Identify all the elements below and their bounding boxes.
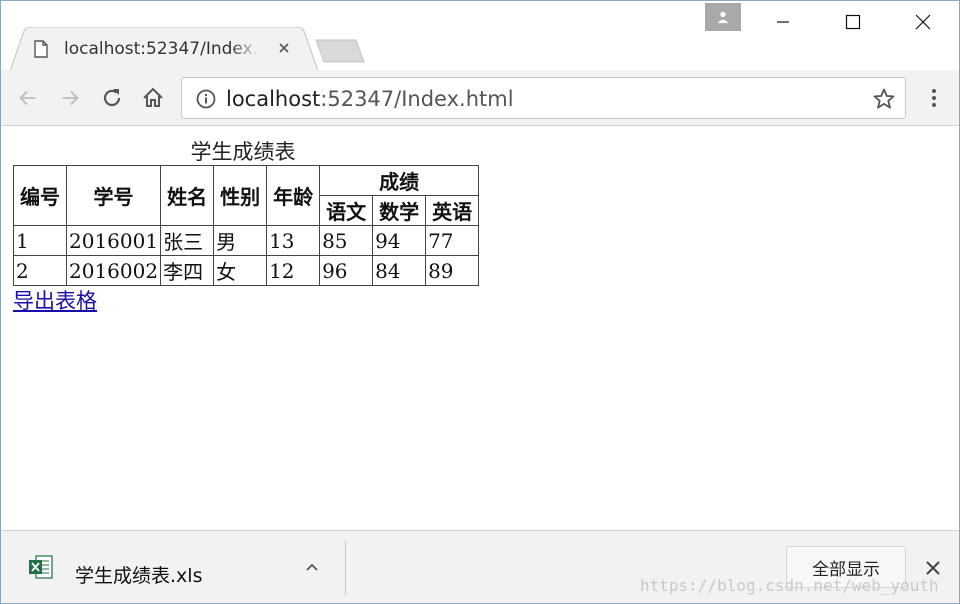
header-id: 编号 (13, 165, 67, 226)
header-scores: 成绩 (319, 165, 480, 196)
excel-file-icon[interactable] (28, 554, 54, 580)
reload-button[interactable] (98, 84, 126, 112)
url-host: localhost (226, 87, 321, 111)
url-text[interactable]: localhost:52347/Index.html (226, 87, 514, 111)
menu-icon (932, 89, 936, 107)
export-table-link[interactable]: 导出表格 (13, 285, 97, 315)
cell-id: 2 (13, 255, 67, 286)
cell-math: 84 (372, 255, 427, 286)
profile-icon[interactable] (705, 3, 741, 31)
menu-button[interactable] (920, 84, 948, 112)
forward-icon (62, 90, 79, 106)
cell-math: 94 (372, 225, 427, 256)
page-icon (34, 40, 48, 58)
chevron-up-icon (306, 563, 318, 571)
home-button[interactable] (139, 84, 167, 112)
cell-english: 89 (425, 255, 480, 286)
tab-title: localhost:52347/Index.html (64, 39, 260, 59)
back-icon (19, 90, 36, 106)
reload-icon (103, 89, 121, 107)
download-bar: 学生成绩表.xls 全部显示 https://blog.csdn.net/web… (0, 530, 960, 604)
cell-student-number: 2016002 (65, 255, 162, 286)
page-content: 学生成绩表 编号 学号 姓名 性别 年龄 成绩 语文 数学 英语 1 20160… (0, 127, 960, 530)
info-icon[interactable] (196, 89, 216, 109)
header-english: 英语 (425, 195, 480, 226)
cell-chinese: 96 (319, 255, 374, 286)
toolbar: localhost:52347/Index.html (0, 70, 960, 126)
url-path: :52347/Index.html (320, 87, 514, 111)
new-tab-button[interactable] (314, 38, 366, 64)
header-name: 姓名 (160, 165, 215, 226)
cell-chinese: 85 (319, 225, 374, 256)
maximize-icon (845, 14, 861, 30)
minimize-icon (777, 21, 789, 23)
cell-student-number: 2016001 (65, 225, 162, 256)
forward-button[interactable] (56, 84, 84, 112)
minimize-button[interactable] (760, 0, 806, 44)
cell-age: 12 (266, 255, 321, 286)
header-row: 编号 学号 姓名 性别 年龄 成绩 (13, 165, 480, 226)
score-table: 编号 学号 姓名 性别 年龄 成绩 语文 数学 英语 1 2016001 张三 … (13, 165, 480, 286)
star-icon[interactable] (872, 87, 896, 111)
download-file-name[interactable]: 学生成绩表.xls (75, 561, 202, 588)
window-close-button[interactable] (900, 0, 946, 44)
table-row: 2 2016002 李四 女 12 96 84 89 (13, 255, 480, 286)
cell-gender: 女 (213, 255, 268, 286)
cell-name: 李四 (160, 255, 215, 286)
back-button[interactable] (14, 84, 42, 112)
divider (345, 541, 346, 595)
tab-content[interactable]: localhost:52347/Index.html (34, 30, 304, 68)
watermark: https://blog.csdn.net/web_youth (640, 576, 939, 595)
header-age: 年龄 (266, 165, 321, 226)
header-student-number: 学号 (65, 165, 162, 226)
table-row: 1 2016001 张三 男 13 85 94 77 (13, 225, 480, 256)
close-icon (915, 14, 931, 30)
header-math: 数学 (372, 195, 427, 226)
address-bar[interactable]: localhost:52347/Index.html (181, 77, 906, 119)
table-caption: 学生成绩表 (190, 140, 296, 164)
tab-close-icon[interactable] (276, 40, 292, 56)
download-options-button[interactable] (300, 555, 324, 579)
cell-age: 13 (266, 225, 321, 256)
maximize-button[interactable] (830, 0, 876, 44)
header-gender: 性别 (213, 165, 268, 226)
close-icon (926, 561, 940, 575)
cell-english: 77 (425, 225, 480, 256)
cell-id: 1 (13, 225, 67, 256)
cell-name: 张三 (160, 225, 215, 256)
cell-gender: 男 (213, 225, 268, 256)
home-icon (143, 87, 163, 107)
header-chinese: 语文 (319, 195, 374, 226)
